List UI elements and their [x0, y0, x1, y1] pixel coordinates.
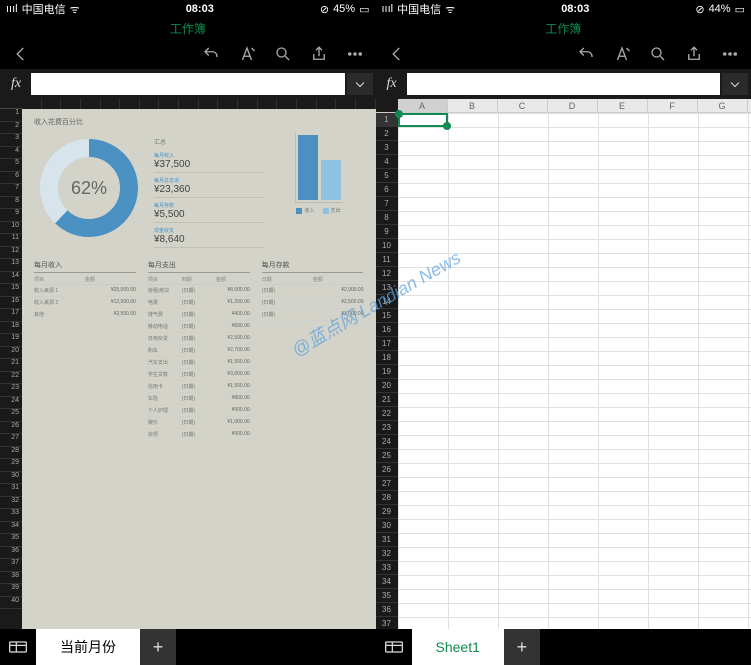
sheet-tabs: Sheet1 +	[376, 629, 751, 665]
add-sheet-button[interactable]: +	[504, 629, 540, 665]
row-headers: 1234567891011121314151617181920212223242…	[0, 99, 22, 629]
back-icon[interactable]	[12, 45, 30, 63]
formula-bar: fx	[376, 69, 751, 99]
undo-icon[interactable]	[202, 45, 220, 63]
battery-percent: 45%	[333, 3, 355, 15]
bar-chart: 收入 支出	[274, 133, 364, 214]
more-icon[interactable]	[721, 45, 739, 63]
battery-percent: 44%	[709, 3, 731, 15]
status-bar: ıııl 中国电信 ᯤ 08:03 ⊘ 45% ▭	[0, 0, 376, 18]
fx-label: fx	[3, 76, 29, 92]
sheet-area[interactable]: 1234567891011121314151617181920212223242…	[0, 99, 376, 629]
sheets-list-icon[interactable]	[0, 629, 36, 665]
back-icon[interactable]	[388, 45, 406, 63]
column-headers: ABCDEFG	[376, 99, 751, 113]
search-icon[interactable]	[649, 45, 667, 63]
clock: 08:03	[186, 3, 214, 15]
formula-input[interactable]	[31, 73, 344, 95]
more-icon[interactable]	[346, 45, 364, 63]
phone-right: ıııl 中国电信 ᯤ 08:03 ⊘ 44% ▭ 工作簿 fx ABCDEF	[376, 0, 751, 665]
orientation-lock-icon: ⊘	[320, 3, 329, 16]
formula-bar: fx	[0, 69, 376, 99]
signal-icon: ıııl	[382, 3, 394, 15]
share-icon[interactable]	[310, 45, 328, 63]
share-icon[interactable]	[685, 45, 703, 63]
selection-handle-br[interactable]	[443, 122, 451, 130]
carrier-label: 中国电信	[397, 1, 441, 17]
workbook-title: 工作簿	[376, 18, 751, 39]
fx-label: fx	[379, 76, 405, 92]
add-sheet-button[interactable]: +	[140, 629, 176, 665]
font-style-icon[interactable]	[238, 45, 256, 63]
sheets-list-icon[interactable]	[376, 629, 412, 665]
row-headers: 1234567891011121314151617181920212223242…	[376, 113, 398, 629]
clock: 08:03	[561, 3, 589, 15]
sheet-tabs: 当前月份 +	[0, 629, 376, 665]
battery-icon: ▭	[359, 3, 369, 16]
toolbar	[376, 39, 751, 69]
dashboard-title: 收入花费百分比	[34, 117, 364, 127]
formula-dropdown[interactable]	[722, 73, 748, 95]
formula-dropdown[interactable]	[347, 73, 373, 95]
status-bar: ıııl 中国电信 ᯤ 08:03 ⊘ 44% ▭	[376, 0, 751, 18]
donut-percent: 62%	[34, 133, 144, 243]
wifi-icon: ᯤ	[70, 2, 80, 17]
formula-input[interactable]	[407, 73, 720, 95]
battery-icon: ▭	[735, 3, 745, 16]
toolbar	[0, 39, 376, 69]
summary-block: 汇总 每月收入¥37,500每月总支出¥23,360每月存款¥5,500现金收支…	[154, 133, 264, 248]
signal-icon: ıııl	[6, 3, 18, 15]
table-expense: 每月支出项目到期金额房租/房贷(日期)¥8,000.00电费(日期)¥1,200…	[148, 260, 250, 441]
table-savings: 每月存款日期金额(日期)¥2,000.00(日期)¥2,500.00(日期)¥1…	[262, 260, 364, 441]
active-sheet-tab[interactable]: Sheet1	[412, 629, 504, 665]
table-income: 每月收入项目金额收入来源 1¥25,000.00收入来源 2¥12,500.00…	[34, 260, 136, 441]
cells[interactable]	[398, 113, 751, 629]
selection-outline[interactable]	[398, 113, 448, 127]
workbook-title: 工作簿	[0, 18, 376, 39]
active-sheet-tab[interactable]: 当前月份	[36, 629, 140, 665]
grid-area[interactable]: ABCDEFG 12345678910111213141516171819202…	[376, 99, 751, 629]
phone-left: ıııl 中国电信 ᯤ 08:03 ⊘ 45% ▭ 工作簿 fx 123456	[0, 0, 376, 665]
font-style-icon[interactable]	[613, 45, 631, 63]
dashboard-sheet[interactable]: 收入花费百分比 62% 汇总 每月收入¥37,500每月总支出¥23,360每月…	[22, 99, 376, 629]
selection-handle-tl[interactable]	[395, 110, 403, 118]
search-icon[interactable]	[274, 45, 292, 63]
wifi-icon: ᯤ	[445, 2, 455, 17]
undo-icon[interactable]	[577, 45, 595, 63]
orientation-lock-icon: ⊘	[695, 3, 704, 16]
donut-chart: 62%	[34, 133, 144, 243]
carrier-label: 中国电信	[22, 1, 66, 17]
